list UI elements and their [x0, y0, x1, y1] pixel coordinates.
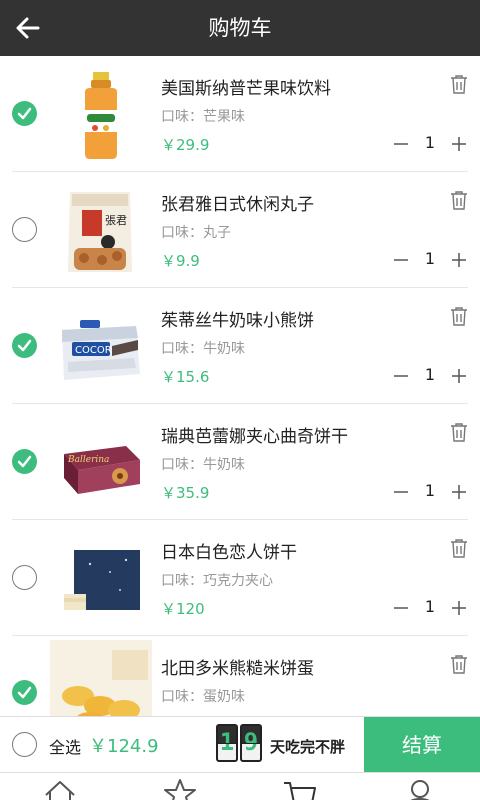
product-name: 张君雅日式休闲丸子: [161, 195, 314, 215]
total-price: ￥124.9: [89, 736, 159, 757]
product-image-drink: [85, 72, 117, 159]
minus-icon[interactable]: [392, 367, 410, 385]
bottom-tab-bar: [0, 772, 480, 800]
product-name: 美国斯纳普芒果味饮料: [161, 79, 331, 99]
product-name: 北田多米熊糙米饼蛋: [161, 659, 314, 679]
quantity-value: 1: [424, 365, 436, 384]
product-price: ￥9.9: [161, 252, 200, 270]
plus-icon[interactable]: [450, 251, 468, 269]
product-image-gift-box: [64, 550, 140, 610]
home-icon[interactable]: [40, 777, 80, 800]
product-flavor: 口味：巧克力夹心: [161, 573, 273, 589]
checkmark-icon: [17, 107, 32, 120]
star-icon[interactable]: [160, 777, 200, 800]
product-price: ￥15.6: [161, 368, 210, 386]
product-flavor: 口味：丸子: [161, 225, 231, 241]
checkout-button[interactable]: 结算: [364, 717, 480, 773]
plus-icon[interactable]: [450, 483, 468, 501]
product-flavor: 口味：牛奶味: [161, 341, 245, 357]
product-image-cookie-box: Ballerina: [64, 446, 140, 494]
quantity-value: 1: [424, 133, 436, 152]
promo-slogan: 天吃完不胖: [270, 738, 346, 756]
cart-item: COCORO 茱蒂丝牛奶味小熊饼 口味：牛奶味 ￥15.6 1: [0, 288, 480, 404]
minus-icon[interactable]: [392, 251, 410, 269]
page-title: 购物车: [208, 16, 272, 40]
cart-item: 張君 张君雅日式休闲丸子 口味：丸子 ￥9.9 1: [0, 172, 480, 288]
checkmark-icon: [17, 455, 32, 468]
plus-icon[interactable]: [450, 135, 468, 153]
product-name: 茱蒂丝牛奶味小熊饼: [161, 311, 314, 331]
product-flavor: 口味：芒果味: [161, 109, 245, 125]
flip-digit: 1: [216, 724, 238, 762]
user-icon[interactable]: [400, 777, 440, 800]
checkmark-icon: [17, 339, 32, 352]
trash-icon[interactable]: [450, 538, 468, 558]
trash-icon[interactable]: [450, 74, 468, 94]
product-price: ￥29.9: [161, 136, 210, 154]
trash-icon[interactable]: [450, 422, 468, 442]
flip-digit: 9: [240, 724, 262, 762]
plus-icon[interactable]: [450, 599, 468, 617]
item-checkbox-checked[interactable]: [12, 333, 37, 358]
cart-item: Ballerina 瑞典芭蕾娜夹心曲奇饼干 口味：牛奶味 ￥35.9 1: [0, 404, 480, 520]
quantity-value: 1: [424, 481, 436, 500]
top-bar: 购物车: [0, 0, 480, 56]
checkout-bar: 全选 ￥124.9 1 9 天吃完不胖 结算: [0, 716, 480, 773]
product-name: 日本白色恋人饼干: [161, 543, 297, 563]
product-flavor: 口味：蛋奶味: [161, 689, 245, 705]
product-image-snack-bag: 張君: [68, 192, 132, 272]
item-checkbox-checked[interactable]: [12, 449, 37, 474]
quantity-value: 1: [424, 597, 436, 616]
product-flavor: 口味：牛奶味: [161, 457, 245, 473]
item-checkbox-unchecked[interactable]: [12, 217, 37, 242]
minus-icon[interactable]: [392, 135, 410, 153]
minus-icon[interactable]: [392, 599, 410, 617]
product-image-biscuit-box: COCORO: [62, 320, 140, 380]
svg-text:張君: 張君: [105, 214, 127, 227]
product-price: ￥35.9: [161, 484, 210, 502]
select-all-label: 全选: [49, 738, 82, 757]
item-checkbox-checked[interactable]: [12, 101, 37, 126]
cart-item: 美国斯纳普芒果味饮料 口味：芒果味 ￥29.9 1: [0, 56, 480, 172]
product-price: ￥120: [161, 600, 205, 618]
cart-item: 日本白色恋人饼干 口味：巧克力夹心 ￥120 1: [0, 520, 480, 636]
svg-text:Ballerina: Ballerina: [67, 455, 109, 465]
trash-icon[interactable]: [450, 654, 468, 674]
plus-icon[interactable]: [450, 367, 468, 385]
trash-icon[interactable]: [450, 190, 468, 210]
minus-icon[interactable]: [392, 483, 410, 501]
select-all-checkbox[interactable]: [12, 732, 37, 757]
item-checkbox-checked[interactable]: [12, 680, 37, 705]
item-checkbox-unchecked[interactable]: [12, 565, 37, 590]
trash-icon[interactable]: [450, 306, 468, 326]
cart-list: 美国斯纳普芒果味饮料 口味：芒果味 ￥29.9 1 張君 张君雅日式休闲丸子 口…: [0, 56, 480, 716]
product-image-rice-cracker: [50, 640, 152, 716]
cart-item: 北田多米熊糙米饼蛋 口味：蛋奶味: [0, 636, 480, 716]
checkmark-icon: [17, 686, 32, 699]
product-name: 瑞典芭蕾娜夹心曲奇饼干: [161, 427, 348, 447]
quantity-value: 1: [424, 249, 436, 268]
cart-icon[interactable]: [280, 777, 320, 800]
